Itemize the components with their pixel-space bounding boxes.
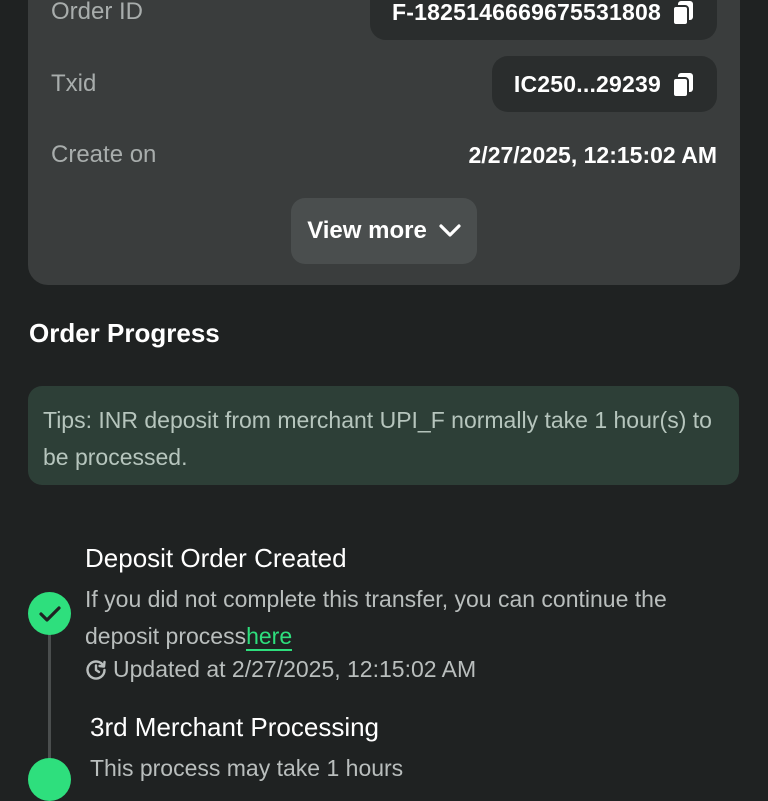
- step-updated: Updated at 2/27/2025, 12:15:02 AM: [85, 656, 476, 683]
- step-title: Deposit Order Created: [85, 543, 347, 573]
- copy-icon: [671, 72, 695, 98]
- txid-copy-button[interactable]: IC250...29239: [491, 56, 717, 112]
- create-on-label: Create on: [51, 141, 157, 168]
- step-completed-indicator: [28, 592, 71, 635]
- check-icon: [38, 605, 61, 622]
- order-id-value: F-1825146669675531808: [392, 0, 661, 25]
- step-updated-text: Updated at 2/27/2025, 12:15:02 AM: [113, 656, 477, 682]
- continue-deposit-link[interactable]: here: [246, 623, 293, 651]
- clock-icon: [86, 659, 106, 680]
- create-on-value: 2/27/2025, 12:15:02 AM: [468, 142, 717, 168]
- txid-value: IC250...29239: [513, 70, 661, 97]
- order-id-label: Order ID: [51, 0, 144, 25]
- copy-icon: [671, 0, 695, 26]
- step-title: 3rd Merchant Processing: [90, 712, 380, 742]
- timeline-line: [48, 632, 51, 772]
- step-completed-indicator: [28, 758, 71, 801]
- step-description: If you did not complete this transfer, y…: [85, 581, 735, 655]
- view-more-label: View more: [307, 217, 427, 244]
- chevron-down-icon: [439, 224, 461, 237]
- tips-banner: Tips: INR deposit from merchant UPI_F no…: [28, 386, 739, 485]
- step-description-text: If you did not complete this transfer, y…: [85, 586, 667, 649]
- order-progress-title: Order Progress: [29, 318, 220, 348]
- order-id-copy-button[interactable]: F-1825146669675531808: [370, 0, 717, 40]
- txid-label: Txid: [51, 70, 97, 97]
- step-description: This process may take 1 hours: [90, 755, 404, 781]
- view-more-button[interactable]: View more: [291, 198, 477, 264]
